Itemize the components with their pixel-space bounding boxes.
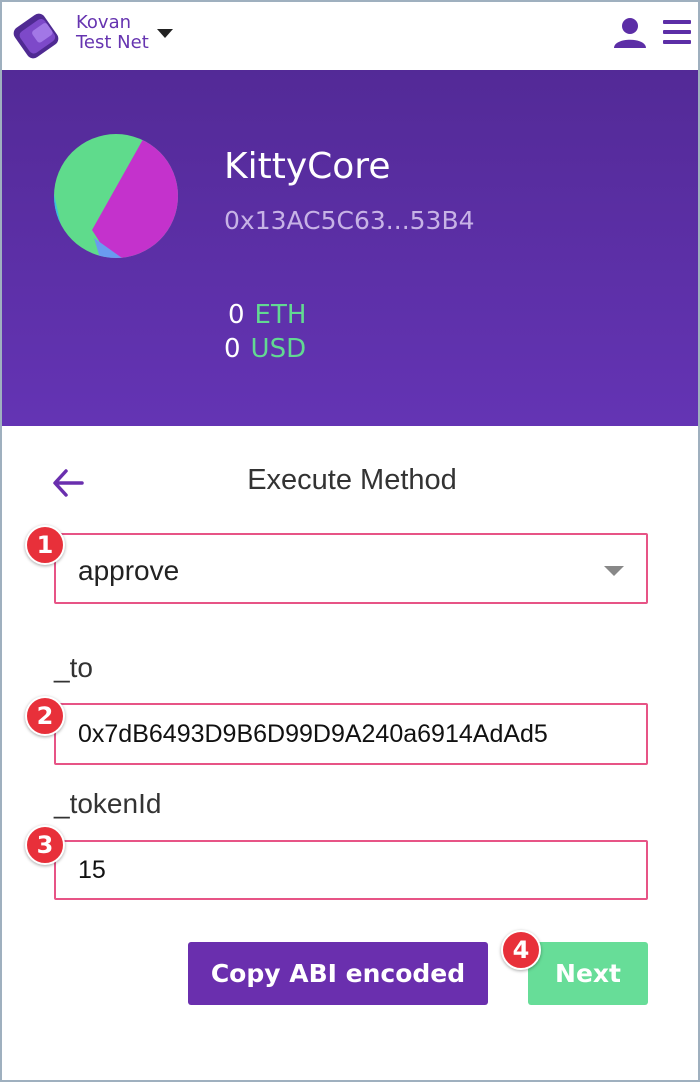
user-icon[interactable] bbox=[612, 16, 648, 50]
param-to-label: _to bbox=[54, 652, 93, 683]
balance-eth-unit: ETH bbox=[254, 300, 307, 330]
method-select-value: approve bbox=[78, 555, 180, 586]
copy-abi-encoded-button[interactable]: Copy ABI encoded bbox=[188, 942, 488, 1005]
balance-eth: 0 ETH bbox=[228, 300, 306, 330]
annotation-badge-4: 4 bbox=[501, 930, 541, 970]
page-title: Execute Method bbox=[247, 464, 457, 496]
hamburger-menu-icon[interactable] bbox=[661, 18, 693, 46]
param-to-input[interactable] bbox=[56, 705, 646, 763]
wallet-logo-icon[interactable] bbox=[10, 10, 62, 62]
balance-usd: 0 USD bbox=[224, 334, 306, 364]
param-tokenid-field[interactable] bbox=[54, 840, 648, 900]
annotation-badge-1: 1 bbox=[25, 525, 65, 565]
network-selector[interactable]: Kovan Test Net bbox=[76, 13, 149, 53]
method-select[interactable]: approve bbox=[54, 533, 648, 604]
chevron-down-icon bbox=[604, 566, 624, 576]
contract-name: KittyCore bbox=[224, 146, 391, 187]
contract-header: KittyCore 0x13AC5C63...53B4 0 ETH 0 USD bbox=[2, 70, 698, 426]
contract-identicon bbox=[54, 134, 178, 258]
param-tokenid-label: _tokenId bbox=[54, 788, 162, 819]
app-frame: Kovan Test Net KittyCore 0x13AC5C63...53… bbox=[0, 0, 700, 1082]
annotation-badge-3: 3 bbox=[25, 825, 65, 865]
network-name-line1: Kovan bbox=[76, 12, 132, 33]
next-button[interactable]: Next bbox=[528, 942, 648, 1005]
top-bar: Kovan Test Net bbox=[2, 2, 698, 70]
param-to-field[interactable] bbox=[54, 703, 648, 765]
annotation-badge-2: 2 bbox=[25, 696, 65, 736]
balance-usd-unit: USD bbox=[250, 334, 307, 364]
param-tokenid-input[interactable] bbox=[56, 842, 646, 898]
balance-eth-amount: 0 bbox=[228, 300, 245, 330]
balance-usd-amount: 0 bbox=[224, 334, 241, 364]
network-name-line2: Test Net bbox=[76, 32, 149, 53]
contract-address[interactable]: 0x13AC5C63...53B4 bbox=[224, 206, 475, 235]
caret-down-icon[interactable] bbox=[157, 29, 173, 38]
